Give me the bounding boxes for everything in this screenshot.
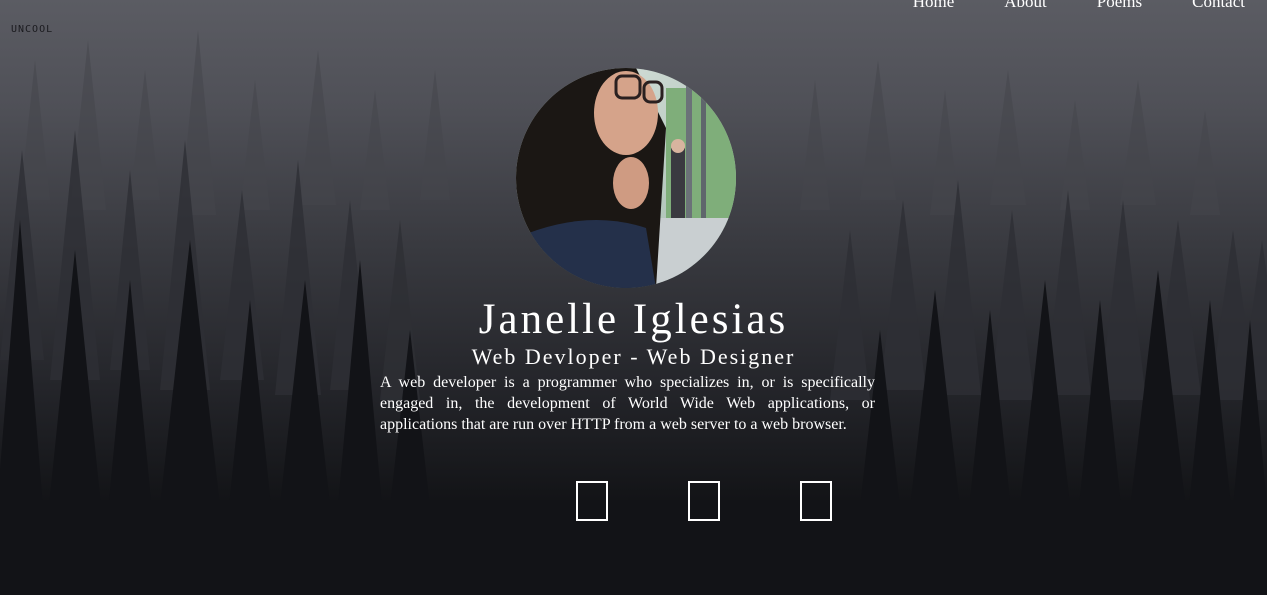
nav-about-link[interactable]: About [1004, 0, 1047, 12]
site-logo[interactable]: UNCOOL [11, 24, 53, 35]
nav-contact-link[interactable]: Contact [1192, 0, 1245, 12]
social-links [576, 481, 834, 521]
nav-poems-link[interactable]: Poems [1097, 0, 1142, 12]
main-nav: Home About Poems Contact [913, 0, 1245, 12]
nav-home-link[interactable]: Home [913, 0, 955, 12]
profile-subtitle: Web Devloper - Web Designer [471, 344, 796, 369]
social-link-2[interactable] [688, 481, 722, 521]
profile-bio: A web developer is a programmer who spec… [380, 374, 875, 433]
social-icon-placeholder-icon [688, 481, 720, 521]
social-icon-placeholder-icon [800, 481, 832, 521]
social-icon-placeholder-icon [576, 481, 608, 521]
social-link-3[interactable] [800, 481, 834, 521]
profile-name: Janelle Iglesias [478, 296, 789, 343]
profile-avatar [516, 68, 736, 288]
social-link-1[interactable] [576, 481, 610, 521]
